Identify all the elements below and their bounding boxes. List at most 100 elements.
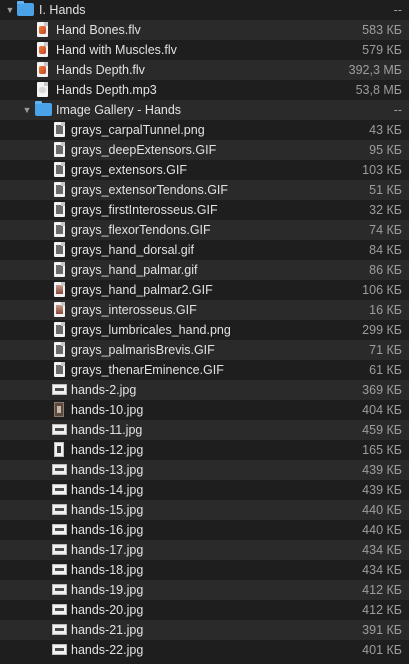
image-landscape-icon [52, 462, 67, 475]
file-row[interactable]: hands-17.jpg 434 КБ [0, 540, 409, 560]
file-row[interactable]: hands-13.jpg 439 КБ [0, 460, 409, 480]
file-size: 32 КБ [369, 203, 402, 217]
file-size: 71 КБ [369, 343, 402, 357]
file-row[interactable]: grays_lumbricales_hand.png 299 КБ [0, 320, 409, 340]
file-row[interactable]: grays_flexorTendons.GIF 74 КБ [0, 220, 409, 240]
file-name: hands-15.jpg [71, 503, 144, 517]
file-row[interactable]: Hand with Muscles.flv 579 КБ [0, 40, 409, 60]
file-row[interactable]: Hands Depth.mp3 53,8 МБ [0, 80, 409, 100]
file-row[interactable]: grays_hand_palmar.gif 86 КБ [0, 260, 409, 280]
image-portrait-dark-icon [52, 402, 64, 417]
file-name: hands-17.jpg [71, 543, 144, 557]
image-portrait-icon [52, 162, 65, 177]
file-row[interactable]: grays_firstInterosseus.GIF 32 КБ [0, 200, 409, 220]
file-name: hands-11.jpg [71, 423, 143, 437]
image-portrait-red-icon [52, 282, 65, 297]
file-name: grays_interosseus.GIF [71, 303, 197, 317]
file-size: 16 КБ [369, 303, 402, 317]
folder-row-hands[interactable]: ▼ I. Hands -- [0, 0, 409, 20]
video-file-icon [35, 62, 48, 77]
image-portrait-icon [52, 342, 65, 357]
file-name: hands-12.jpg [71, 443, 144, 457]
file-size: 392,3 МБ [348, 63, 402, 77]
image-portrait-icon [52, 242, 65, 257]
file-name: grays_hand_palmar.gif [71, 263, 198, 277]
image-landscape-icon [52, 542, 67, 555]
file-size: 106 КБ [362, 283, 402, 297]
folder-size: -- [393, 103, 402, 117]
file-name: Hand with Muscles.flv [56, 43, 177, 57]
file-row[interactable]: grays_extensorTendons.GIF 51 КБ [0, 180, 409, 200]
image-landscape-icon [52, 382, 67, 395]
file-row[interactable]: grays_palmarisBrevis.GIF 71 КБ [0, 340, 409, 360]
file-row[interactable]: hands-14.jpg 439 КБ [0, 480, 409, 500]
image-portrait-icon [52, 182, 65, 197]
file-name: hands-19.jpg [71, 583, 144, 597]
file-size: 434 КБ [362, 563, 402, 577]
file-row[interactable]: hands-11.jpg 459 КБ [0, 420, 409, 440]
file-row[interactable]: hands-10.jpg 404 КБ [0, 400, 409, 420]
image-landscape-icon [52, 602, 67, 615]
file-size: 459 КБ [362, 423, 402, 437]
file-row[interactable]: Hands Depth.flv 392,3 МБ [0, 60, 409, 80]
image-landscape-icon [52, 642, 67, 655]
file-row[interactable]: hands-18.jpg 434 КБ [0, 560, 409, 580]
folder-name: Image Gallery - Hands [56, 103, 182, 117]
image-portrait-icon [52, 122, 65, 137]
file-row[interactable]: hands-20.jpg 412 КБ [0, 600, 409, 620]
file-name: grays_thenarEminence.GIF [71, 363, 224, 377]
file-size: 401 КБ [362, 643, 402, 657]
file-row[interactable]: grays_carpalTunnel.png 43 КБ [0, 120, 409, 140]
image-portrait-icon [52, 222, 65, 237]
image-portrait-icon [52, 262, 65, 277]
video-file-icon [35, 42, 48, 57]
file-name: grays_extensorTendons.GIF [71, 183, 229, 197]
file-row[interactable]: grays_thenarEminence.GIF 61 КБ [0, 360, 409, 380]
disclosure-triangle-icon[interactable]: ▼ [4, 0, 16, 20]
file-row[interactable]: hands-22.jpg 401 КБ [0, 640, 409, 660]
file-row[interactable]: Hand Bones.flv 583 КБ [0, 20, 409, 40]
file-row[interactable]: hands-12.jpg 165 КБ [0, 440, 409, 460]
file-row[interactable]: grays_extensors.GIF 103 КБ [0, 160, 409, 180]
file-name: hands-18.jpg [71, 563, 144, 577]
file-row[interactable]: grays_deepExtensors.GIF 95 КБ [0, 140, 409, 160]
image-portrait-icon [52, 362, 65, 377]
file-row[interactable]: hands-15.jpg 440 КБ [0, 500, 409, 520]
file-row[interactable]: hands-16.jpg 440 КБ [0, 520, 409, 540]
file-size: 440 КБ [362, 503, 402, 517]
file-row[interactable]: hands-2.jpg 369 КБ [0, 380, 409, 400]
file-size: 74 КБ [369, 223, 402, 237]
file-size: 579 КБ [362, 43, 402, 57]
image-landscape-icon [52, 482, 67, 495]
file-size: 434 КБ [362, 543, 402, 557]
file-name: grays_firstInterosseus.GIF [71, 203, 218, 217]
file-size: 43 КБ [369, 123, 402, 137]
image-portrait-icon [52, 202, 65, 217]
image-portrait-thumb-icon [52, 442, 64, 457]
file-size: 53,8 МБ [355, 83, 402, 97]
file-size: 391 КБ [362, 623, 402, 637]
file-size: 404 КБ [362, 403, 402, 417]
file-name: grays_extensors.GIF [71, 163, 188, 177]
disclosure-triangle-icon[interactable]: ▼ [21, 100, 33, 120]
folder-icon [17, 1, 34, 16]
file-row[interactable]: hands-21.jpg 391 КБ [0, 620, 409, 640]
file-size: 440 КБ [362, 523, 402, 537]
file-name: grays_lumbricales_hand.png [71, 323, 231, 337]
folder-row-image-gallery[interactable]: ▼ Image Gallery - Hands -- [0, 100, 409, 120]
image-portrait-icon [52, 142, 65, 157]
file-size: 86 КБ [369, 263, 402, 277]
file-row[interactable]: hands-19.jpg 412 КБ [0, 580, 409, 600]
file-row[interactable]: grays_interosseus.GIF 16 КБ [0, 300, 409, 320]
file-name: hands-2.jpg [71, 383, 137, 397]
file-list: ▼ I. Hands -- Hand Bones.flv 583 КБ Hand… [0, 0, 409, 660]
image-landscape-icon [52, 522, 67, 535]
file-name: Hands Depth.mp3 [56, 83, 157, 97]
file-size: 103 КБ [362, 163, 402, 177]
file-row[interactable]: grays_hand_dorsal.gif 84 КБ [0, 240, 409, 260]
file-row[interactable]: grays_hand_palmar2.GIF 106 КБ [0, 280, 409, 300]
file-name: hands-20.jpg [71, 603, 144, 617]
file-size: 84 КБ [369, 243, 402, 257]
file-name: hands-21.jpg [71, 623, 144, 637]
image-portrait-red-icon [52, 302, 65, 317]
